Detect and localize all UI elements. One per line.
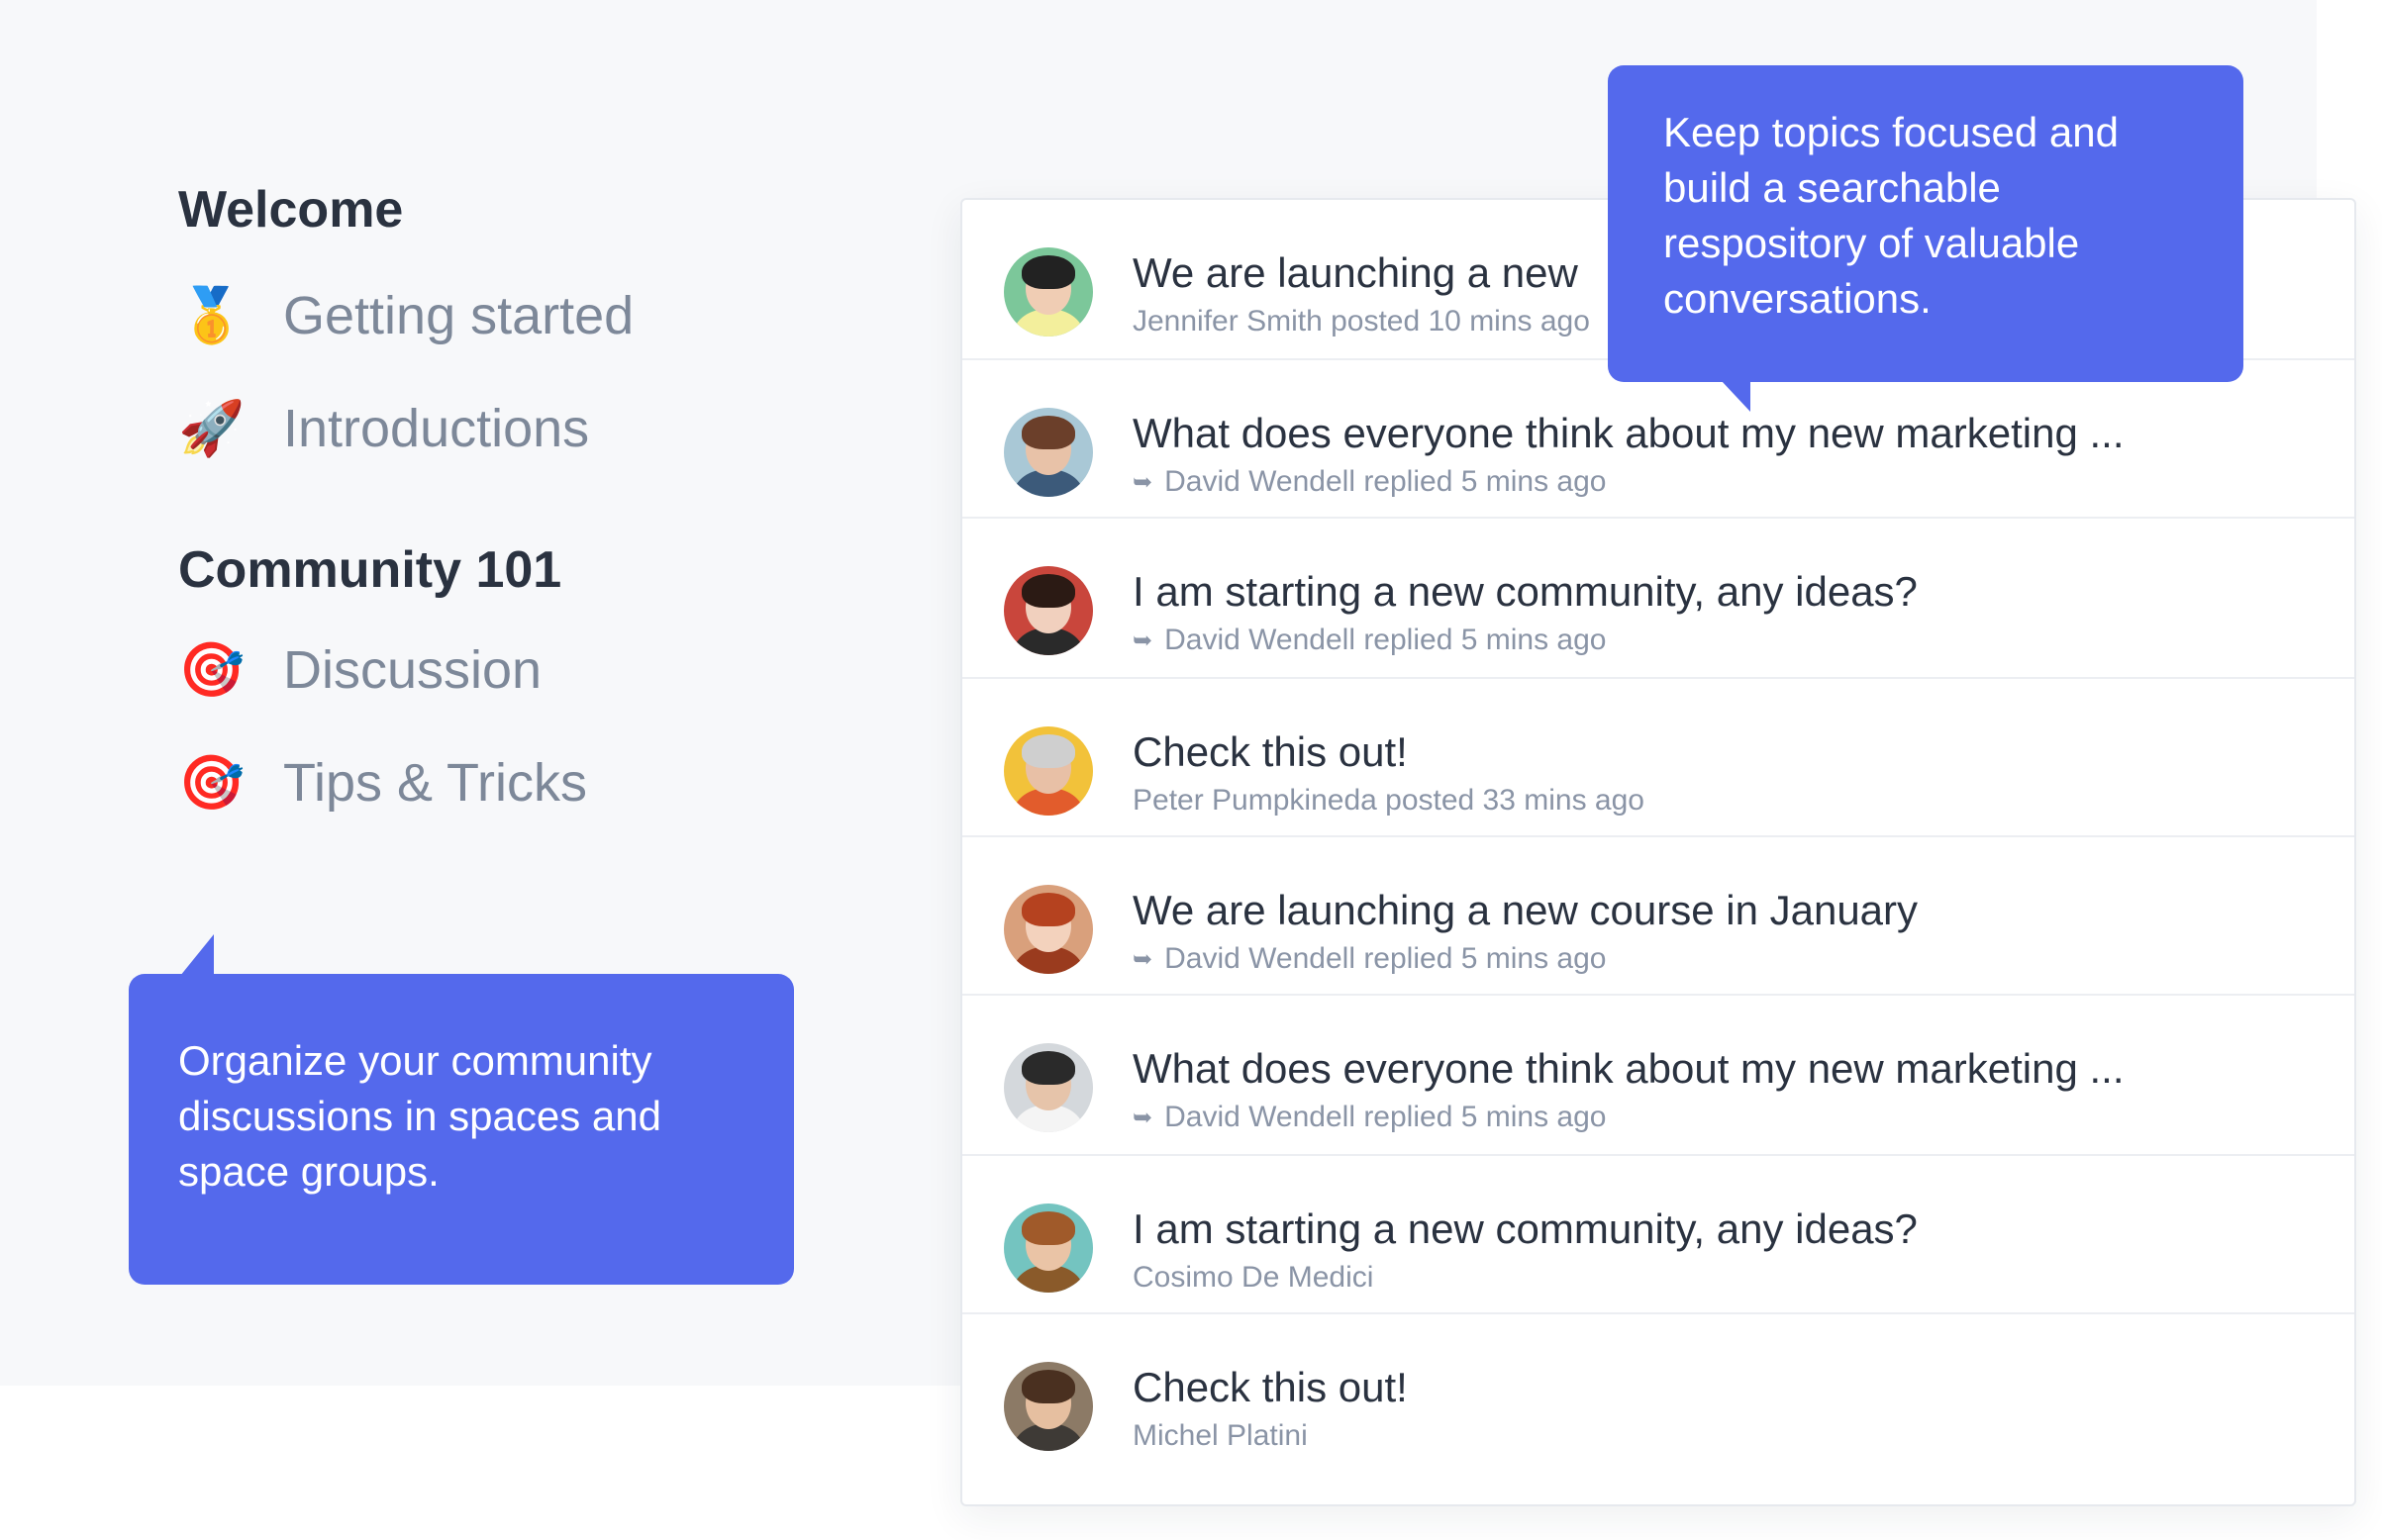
sidebar-item-introductions[interactable]: 🚀 Introductions [178,372,871,485]
reply-arrow-icon: ➥ [1133,468,1153,496]
post-meta-text: Peter Pumpkineda posted 33 mins ago [1133,784,1644,817]
target-icon: 🎯 [178,640,246,700]
tooltip-topics: Keep topics focused and build a searchab… [1608,65,2243,412]
avatar [1004,1203,1093,1293]
sidebar-group-welcome: Welcome 🥇 Getting started 🚀 Introduction… [178,178,871,485]
post-row[interactable]: What does everyone think about my new ma… [962,358,2354,517]
sidebar-item-label: Tips & Tricks [283,753,588,813]
post-title: What does everyone think about my new ma… [1133,1045,2125,1092]
post-title: Check this out! [1133,1364,1408,1410]
post-row[interactable]: I am starting a new community, any ideas… [962,517,2354,675]
post-row[interactable]: Check this out! Michel Platini [962,1312,2354,1471]
sidebar-item-discussion[interactable]: 🎯 Discussion [178,614,871,726]
reply-arrow-icon: ➥ [1133,1104,1153,1131]
post-meta-text: Michel Platini [1133,1419,1308,1452]
post-meta-text: Jennifer Smith posted 10 mins ago [1133,305,1590,337]
sidebar-group-title: Community 101 [178,541,562,599]
reply-arrow-icon: ➥ [1133,945,1153,973]
sidebar-item-label: Discussion [283,640,543,700]
avatar [1004,1043,1093,1132]
post-title: We are launching a new course in January [1133,887,1919,933]
post-row[interactable]: What does everyone think about my new ma… [962,994,2354,1152]
sidebar-item-getting-started[interactable]: 🥇 Getting started [178,259,871,372]
post-meta-text: David Wendell replied 5 mins ago [1164,1101,1607,1133]
post-meta: Michel Platini [1133,1419,1308,1453]
post-feed: We are launching a new Jennifer Smith po… [960,198,2356,1506]
avatar [1004,408,1093,497]
rocket-icon: 🚀 [178,399,246,458]
post-meta-text: David Wendell replied 5 mins ago [1164,624,1607,656]
post-title: I am starting a new community, any ideas… [1133,1205,1918,1252]
post-row[interactable]: We are launching a new course in January… [962,835,2354,994]
sidebar-item-label: Getting started [283,286,635,345]
post-row[interactable]: Check this out! Peter Pumpkineda posted … [962,677,2354,835]
medal-icon: 🥇 [178,286,246,345]
avatar [1004,1362,1093,1451]
avatar [1004,566,1093,655]
post-meta: ➥ David Wendell replied 5 mins ago [1133,465,1606,499]
tooltip-tail [180,934,214,976]
avatar [1004,726,1093,816]
post-meta: Peter Pumpkineda posted 33 mins ago [1133,784,1644,818]
post-title: Check this out! [1133,728,1408,775]
tooltip-text: Keep topics focused and build a searchab… [1663,109,2119,322]
post-meta: ➥ David Wendell replied 5 mins ago [1133,624,1606,657]
post-meta-text: David Wendell replied 5 mins ago [1164,942,1607,975]
avatar [1004,247,1093,337]
avatar [1004,885,1093,974]
post-meta: ➥ David Wendell replied 5 mins ago [1133,942,1606,976]
tooltip-text: Organize your community discussions in s… [178,1037,661,1195]
post-meta: ➥ David Wendell replied 5 mins ago [1133,1101,1606,1134]
post-title: We are launching a new [1133,249,1578,296]
post-meta-text: Cosimo De Medici [1133,1261,1374,1294]
sidebar-item-label: Introductions [283,399,590,458]
tooltip-spaces: Organize your community discussions in s… [129,934,794,1285]
post-title: I am starting a new community, any ideas… [1133,568,1918,615]
post-meta: Jennifer Smith posted 10 mins ago [1133,305,1590,338]
sidebar: Welcome 🥇 Getting started 🚀 Introduction… [178,178,871,839]
post-meta-text: David Wendell replied 5 mins ago [1164,465,1607,498]
sidebar-group-community-101: Community 101 🎯 Discussion 🎯 Tips & Tric… [178,538,871,839]
post-row[interactable]: I am starting a new community, any ideas… [962,1154,2354,1312]
target-icon: 🎯 [178,753,246,813]
reply-arrow-icon: ➥ [1133,626,1153,654]
tooltip-tail [1721,380,1750,412]
sidebar-group-title: Welcome [178,181,404,239]
sidebar-item-tips-tricks[interactable]: 🎯 Tips & Tricks [178,726,871,839]
post-meta: Cosimo De Medici [1133,1261,1373,1295]
post-title: What does everyone think about my new ma… [1133,410,2125,456]
